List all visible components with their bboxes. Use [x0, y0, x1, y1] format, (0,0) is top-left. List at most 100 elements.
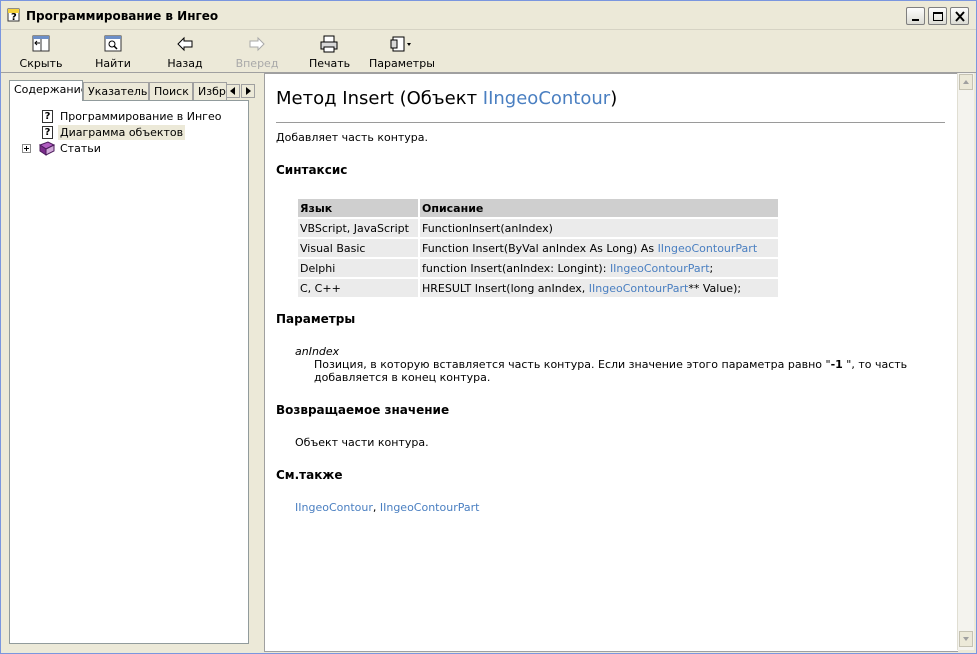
see-also-link[interactable]: IIngeoContour: [295, 501, 373, 514]
close-icon: [955, 11, 965, 22]
scroll-up-button[interactable]: [959, 74, 973, 90]
table-row: Delphi function Insert(anIndex: Longint)…: [298, 259, 778, 277]
options-label: Параметры: [369, 57, 435, 70]
parameter-name: anIndex: [295, 345, 340, 358]
title-prefix: Метод Insert (Объект: [276, 88, 483, 109]
title-bar[interactable]: ? Программирование в Ингео: [1, 1, 976, 30]
options-button[interactable]: Параметры: [369, 32, 435, 70]
pane-splitter[interactable]: [257, 76, 263, 653]
hide-pane-icon: [32, 35, 50, 52]
tree-item-label: Диаграмма объектов: [58, 125, 186, 140]
expand-plus-icon[interactable]: [22, 144, 31, 153]
tree-item-label: Статьи: [60, 142, 101, 155]
see-also-separator: ,: [372, 501, 380, 514]
print-button[interactable]: Печать: [309, 32, 351, 70]
help-page-icon: ?: [42, 126, 53, 139]
contents-tree[interactable]: ? Программирование в Ингео ? Диаграмма о…: [9, 100, 249, 644]
signature-text: Function Insert(ByVal anIndex As Long) A…: [422, 241, 658, 255]
forward-label: Вперед: [235, 57, 279, 70]
table-cell-language: VBScript, JavaScript: [298, 219, 418, 237]
signature-link[interactable]: IIngeoContourPart: [658, 242, 758, 255]
back-label: Назад: [167, 57, 203, 70]
hide-label: Скрыть: [19, 57, 63, 70]
options-icon: [390, 36, 411, 52]
return-value-text: Объект части контура.: [295, 436, 429, 449]
minimize-button[interactable]: [906, 7, 925, 25]
tab-search[interactable]: Поиск: [149, 82, 193, 100]
scroll-up-icon: [963, 80, 969, 84]
table-cell-signature: function Insert(anIndex: Longint): IInge…: [420, 259, 778, 277]
signature-link[interactable]: IIngeoContourPart: [610, 262, 710, 275]
table-cell-language: C, C++: [298, 279, 418, 297]
column-header-description: Описание: [420, 199, 778, 217]
print-label: Печать: [309, 57, 351, 70]
book-icon: [38, 141, 56, 156]
help-page-icon: ?: [42, 110, 53, 123]
parameter-description: Позиция, в которую вставляется часть кон…: [314, 358, 907, 371]
parameter-description-line2: добавляется в конец контура.: [314, 371, 491, 384]
maximize-icon: [933, 12, 943, 21]
parameter-desc-value: -1: [830, 358, 843, 371]
printer-icon: [320, 35, 338, 53]
signature-text: HRESULT Insert(long anIndex,: [422, 281, 589, 295]
table-row: C, C++ HRESULT Insert(long anIndex, IIng…: [298, 279, 778, 297]
see-also-heading: См.также: [276, 468, 343, 482]
syntax-table: Язык Описание VBScript, JavaScript Funct…: [296, 197, 780, 299]
return-value-heading: Возвращаемое значение: [276, 403, 450, 417]
parameter-desc-text: Позиция, в которую вставляется часть кон…: [314, 358, 831, 371]
signature-link[interactable]: IIngeoContourPart: [589, 282, 689, 295]
tab-favorites[interactable]: Избр: [193, 82, 227, 100]
table-row: Visual Basic Function Insert(ByVal anInd…: [298, 239, 778, 257]
forward-arrow-icon: [249, 36, 265, 52]
toolbar: Скрыть Найти Назад Вперед Печать Парамет…: [1, 30, 976, 73]
minimize-icon: [912, 19, 919, 21]
back-arrow-icon: [177, 36, 193, 52]
column-header-language: Язык: [298, 199, 418, 217]
signature-suffix: ;: [709, 261, 714, 275]
svg-text:?: ?: [11, 12, 17, 22]
scroll-down-icon: [963, 637, 969, 641]
table-cell-language: Delphi: [298, 259, 418, 277]
find-button[interactable]: Найти: [93, 32, 133, 70]
navigation-pane: Содержание Указатель Поиск Избр ? Програ…: [4, 76, 256, 653]
topic-pane: Метод Insert (Объект IIngeoContour) Доба…: [264, 73, 958, 652]
title-divider: [276, 122, 945, 123]
close-button[interactable]: [950, 7, 969, 25]
signature-text: FunctionInsert(anIndex): [422, 221, 553, 235]
window-title: Программирование в Ингео: [26, 9, 219, 23]
tab-scroll-right-button[interactable]: [241, 84, 255, 98]
tree-item-label: Программирование в Ингео: [60, 110, 222, 123]
tab-scroll-left-button[interactable]: [226, 84, 240, 98]
table-cell-language: Visual Basic: [298, 239, 418, 257]
back-button[interactable]: Назад: [167, 32, 203, 70]
nav-tabs: Содержание Указатель Поиск Избр: [9, 80, 255, 101]
find-icon: [104, 35, 122, 52]
triangle-right-icon: [246, 87, 251, 95]
help-window: ? Программирование в Ингео Скрыть Найти …: [0, 0, 977, 654]
see-also-links: IIngeoContour, IIngeoContourPart: [295, 501, 479, 514]
vertical-scrollbar[interactable]: [957, 73, 974, 650]
see-also-link[interactable]: IIngeoContourPart: [380, 501, 480, 514]
parameter-desc-text: ", то часть: [842, 358, 908, 371]
page-title: Метод Insert (Объект IIngeoContour): [276, 88, 617, 109]
signature-text: function Insert(anIndex: Longint):: [422, 261, 610, 275]
table-row: VBScript, JavaScript FunctionInsert(anIn…: [298, 219, 778, 237]
maximize-button[interactable]: [928, 7, 947, 25]
tab-contents[interactable]: Содержание: [9, 80, 83, 101]
title-link[interactable]: IIngeoContour: [483, 88, 610, 109]
hide-button[interactable]: Скрыть: [19, 32, 63, 70]
forward-button[interactable]: Вперед: [235, 32, 279, 70]
title-suffix: ): [610, 88, 618, 109]
find-label: Найти: [95, 57, 131, 70]
help-app-icon: ?: [7, 8, 21, 23]
parameters-heading: Параметры: [276, 312, 356, 326]
scroll-down-button[interactable]: [959, 631, 973, 647]
signature-suffix: ** Value);: [688, 281, 742, 295]
table-cell-signature: Function Insert(ByVal anIndex As Long) A…: [420, 239, 778, 257]
tab-index[interactable]: Указатель: [83, 82, 149, 100]
table-cell-signature: FunctionInsert(anIndex): [420, 219, 778, 237]
triangle-left-icon: [230, 87, 235, 95]
syntax-heading: Синтаксис: [276, 163, 348, 177]
table-header-row: Язык Описание: [298, 199, 778, 217]
table-cell-signature: HRESULT Insert(long anIndex, IIngeoConto…: [420, 279, 778, 297]
